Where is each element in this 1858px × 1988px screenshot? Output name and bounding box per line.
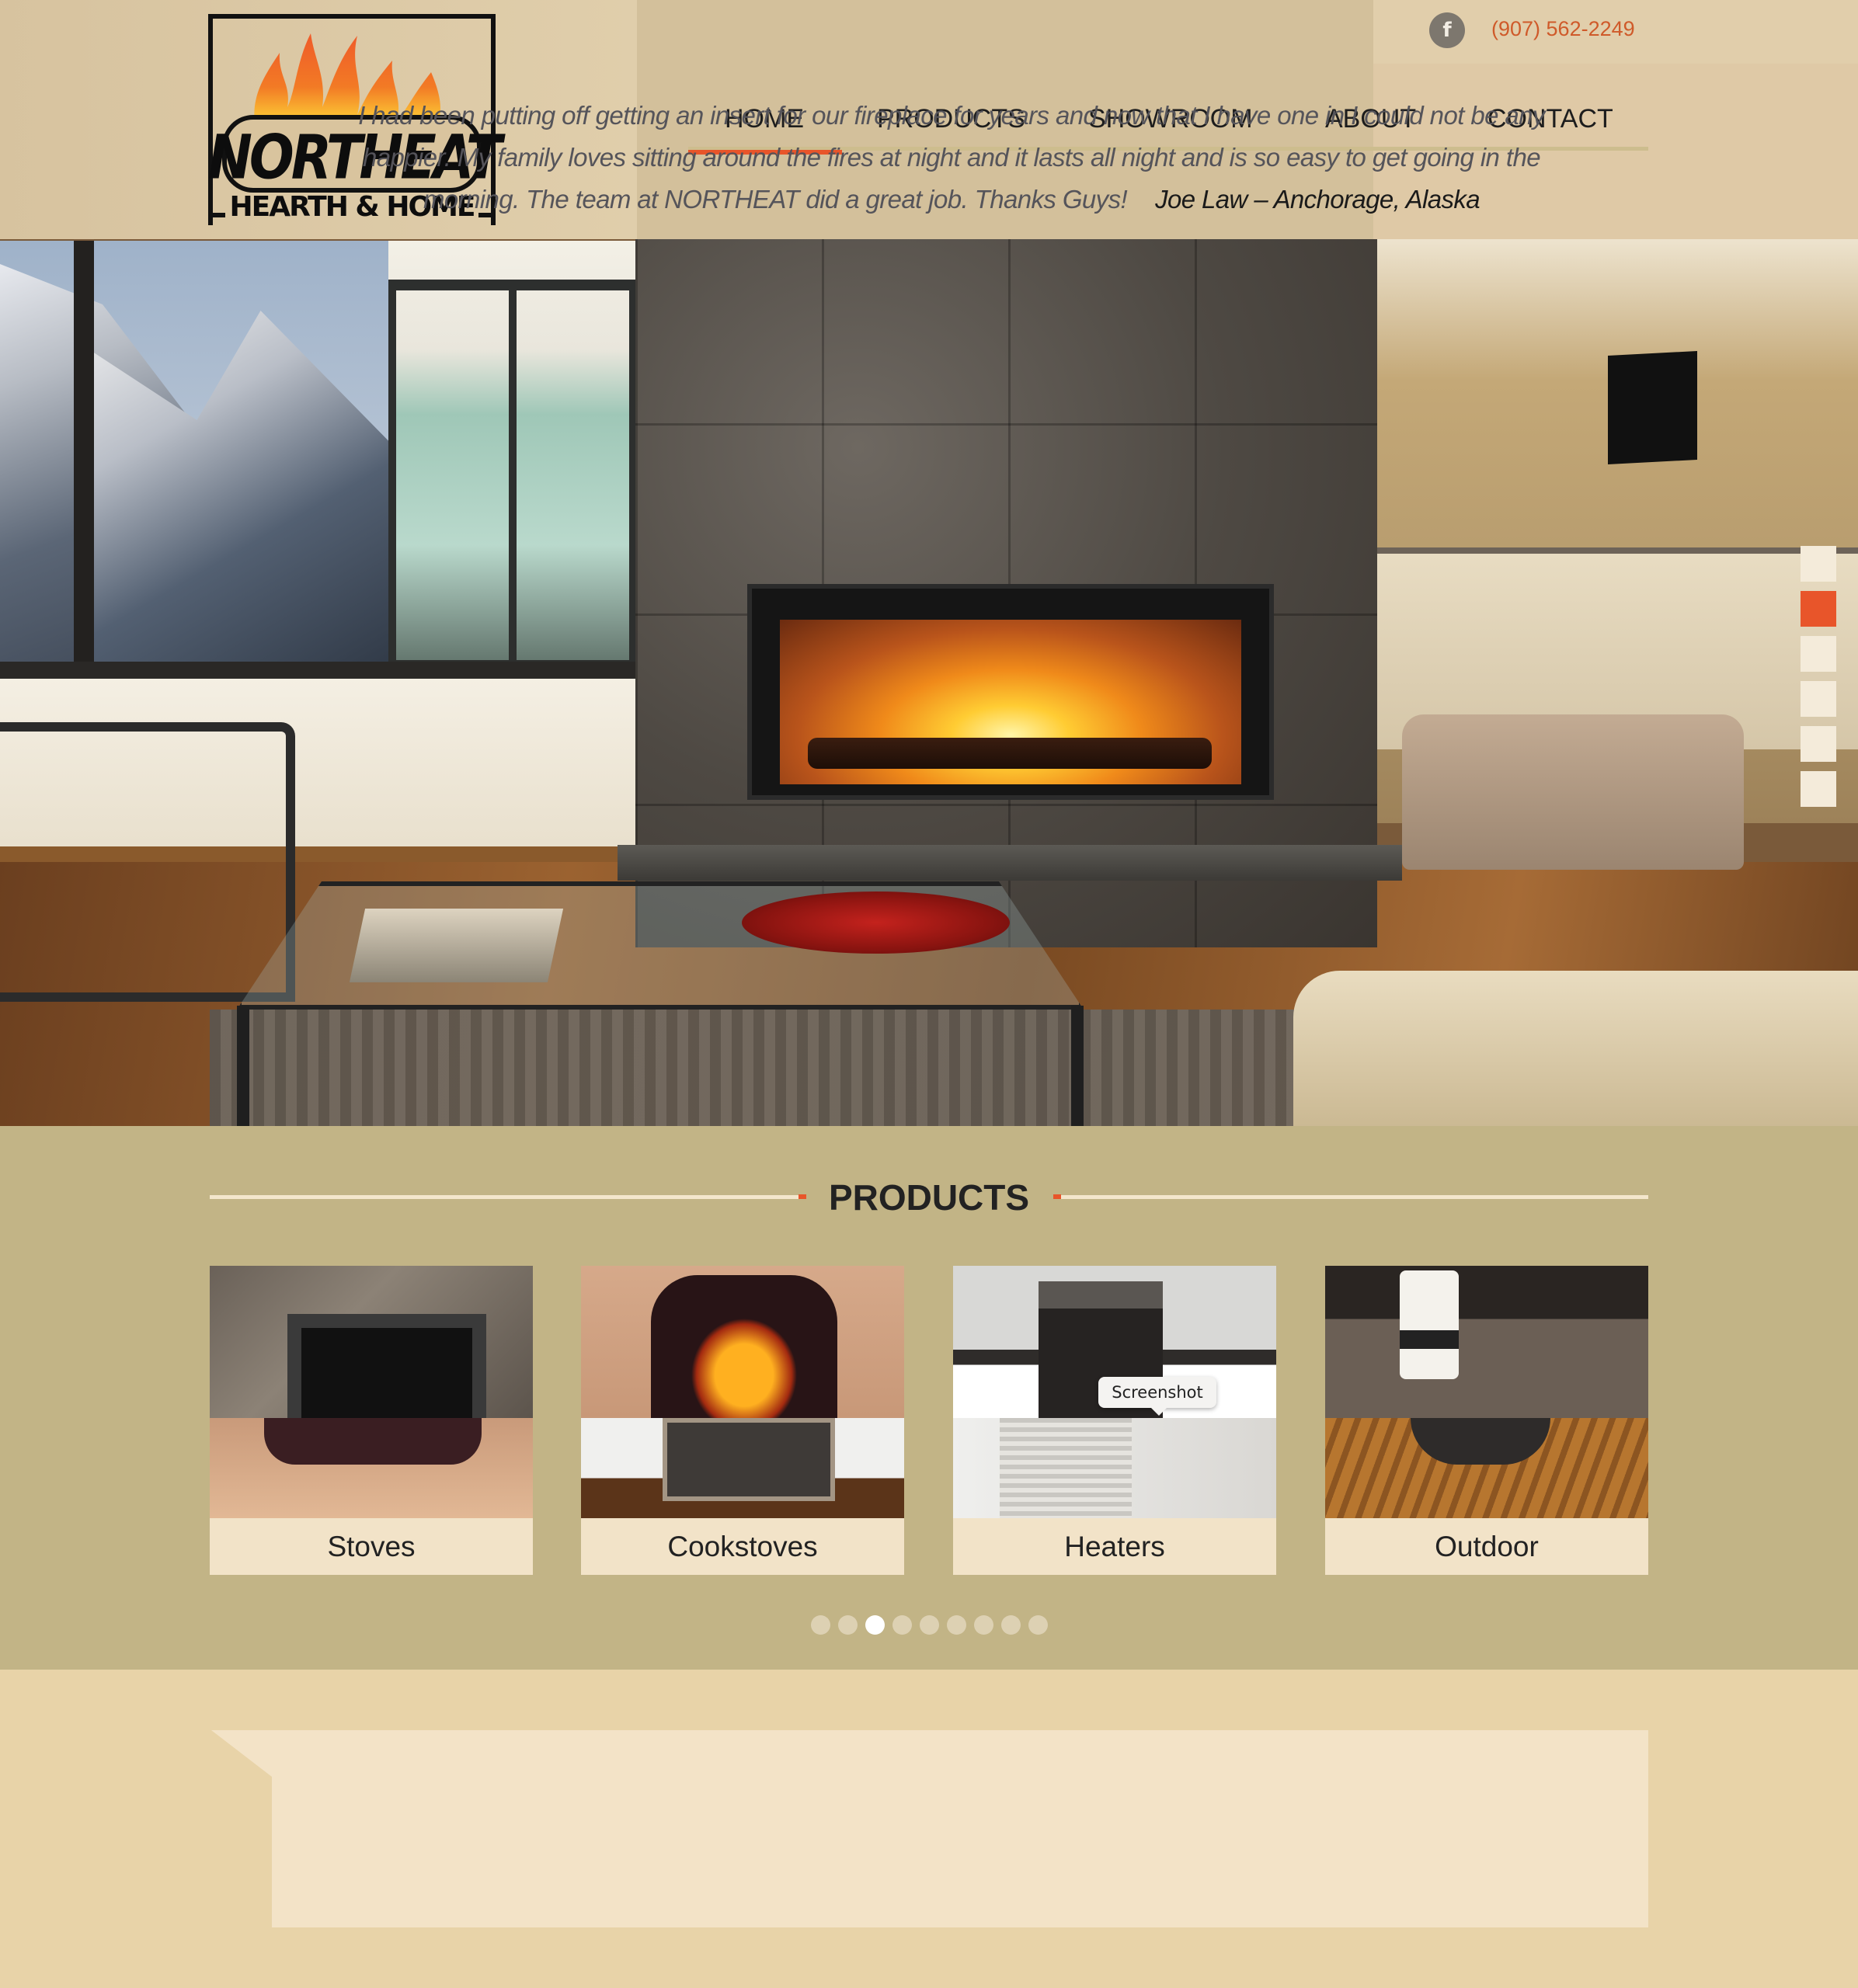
image-slice bbox=[210, 1418, 533, 1518]
testimonial-author: Joe Law – Anchorage, Alaska bbox=[1155, 185, 1480, 214]
image-slice bbox=[953, 1418, 1276, 1518]
pager-dot-3[interactable] bbox=[865, 1615, 885, 1635]
product-card-label: Outdoor bbox=[1325, 1518, 1648, 1575]
image-slice bbox=[210, 1266, 533, 1432]
testimonial-section bbox=[0, 1670, 1858, 1988]
hero-slide-button-5[interactable] bbox=[1801, 726, 1836, 762]
image-slice bbox=[581, 1266, 904, 1418]
testimonial-box bbox=[211, 1730, 1648, 1927]
image-slice bbox=[1325, 1266, 1648, 1418]
product-image-cookstoves bbox=[581, 1266, 904, 1518]
product-card-cookstoves[interactable]: Cookstoves bbox=[581, 1266, 904, 1575]
pager-dot-8[interactable] bbox=[1000, 1615, 1021, 1635]
product-card-label: Stoves bbox=[210, 1518, 533, 1575]
product-image-stoves bbox=[210, 1266, 533, 1518]
window-frame bbox=[509, 280, 517, 668]
hero-slide-button-4[interactable] bbox=[1801, 681, 1836, 717]
product-image-outdoor bbox=[1325, 1266, 1648, 1518]
ottoman bbox=[1402, 714, 1744, 870]
products-section: PRODUCTS Stoves Cookstoves Heaters Outdo… bbox=[0, 1126, 1858, 1670]
magazines bbox=[349, 909, 564, 982]
pager-dot-5[interactable] bbox=[919, 1615, 939, 1635]
products-heading: PRODUCTS bbox=[210, 1174, 1648, 1221]
hero-slide-button-1[interactable] bbox=[1801, 546, 1836, 582]
product-card-stoves[interactable]: Stoves bbox=[210, 1266, 533, 1575]
product-card-heaters[interactable]: Heaters bbox=[953, 1266, 1276, 1575]
coffee-table-legs bbox=[237, 1006, 1084, 1126]
image-slice bbox=[1325, 1418, 1648, 1518]
pager-dot-6[interactable] bbox=[946, 1615, 966, 1635]
hearth bbox=[618, 845, 1402, 881]
glass-bowl bbox=[742, 891, 1010, 954]
testimonial-quote: I had been putting off getting an insert… bbox=[342, 95, 1561, 221]
hero-slide-button-2[interactable] bbox=[1801, 591, 1836, 627]
product-carousel: Stoves Cookstoves Heaters Outdoor bbox=[210, 1266, 1648, 1576]
pager-dot-1[interactable] bbox=[810, 1615, 830, 1635]
pager-dot-9[interactable] bbox=[1028, 1615, 1048, 1635]
hero-slide-button-3[interactable] bbox=[1801, 636, 1836, 672]
logs bbox=[808, 738, 1212, 769]
carousel-pagination bbox=[0, 1615, 1858, 1639]
television bbox=[1608, 350, 1697, 465]
image-slice bbox=[581, 1418, 904, 1518]
product-card-label: Cookstoves bbox=[581, 1518, 904, 1575]
facebook-icon[interactable]: f bbox=[1429, 12, 1465, 48]
hero-slide-nav bbox=[1801, 546, 1836, 816]
phone-number-link[interactable]: (907) 562-2249 bbox=[1491, 17, 1635, 41]
tooltip: Screenshot bbox=[1098, 1377, 1216, 1416]
hero-slide-button-6[interactable] bbox=[1801, 771, 1836, 807]
chair bbox=[0, 722, 295, 1002]
window-frame bbox=[0, 662, 637, 679]
window-frame bbox=[74, 241, 94, 676]
pager-dot-2[interactable] bbox=[837, 1615, 858, 1635]
pager-dot-7[interactable] bbox=[973, 1615, 993, 1635]
sofa bbox=[1293, 971, 1858, 1126]
product-card-label: Heaters bbox=[953, 1518, 1276, 1575]
pager-dot-4[interactable] bbox=[892, 1615, 912, 1635]
product-card-outdoor[interactable]: Outdoor bbox=[1325, 1266, 1648, 1575]
section-title: PRODUCTS bbox=[828, 1177, 1030, 1218]
